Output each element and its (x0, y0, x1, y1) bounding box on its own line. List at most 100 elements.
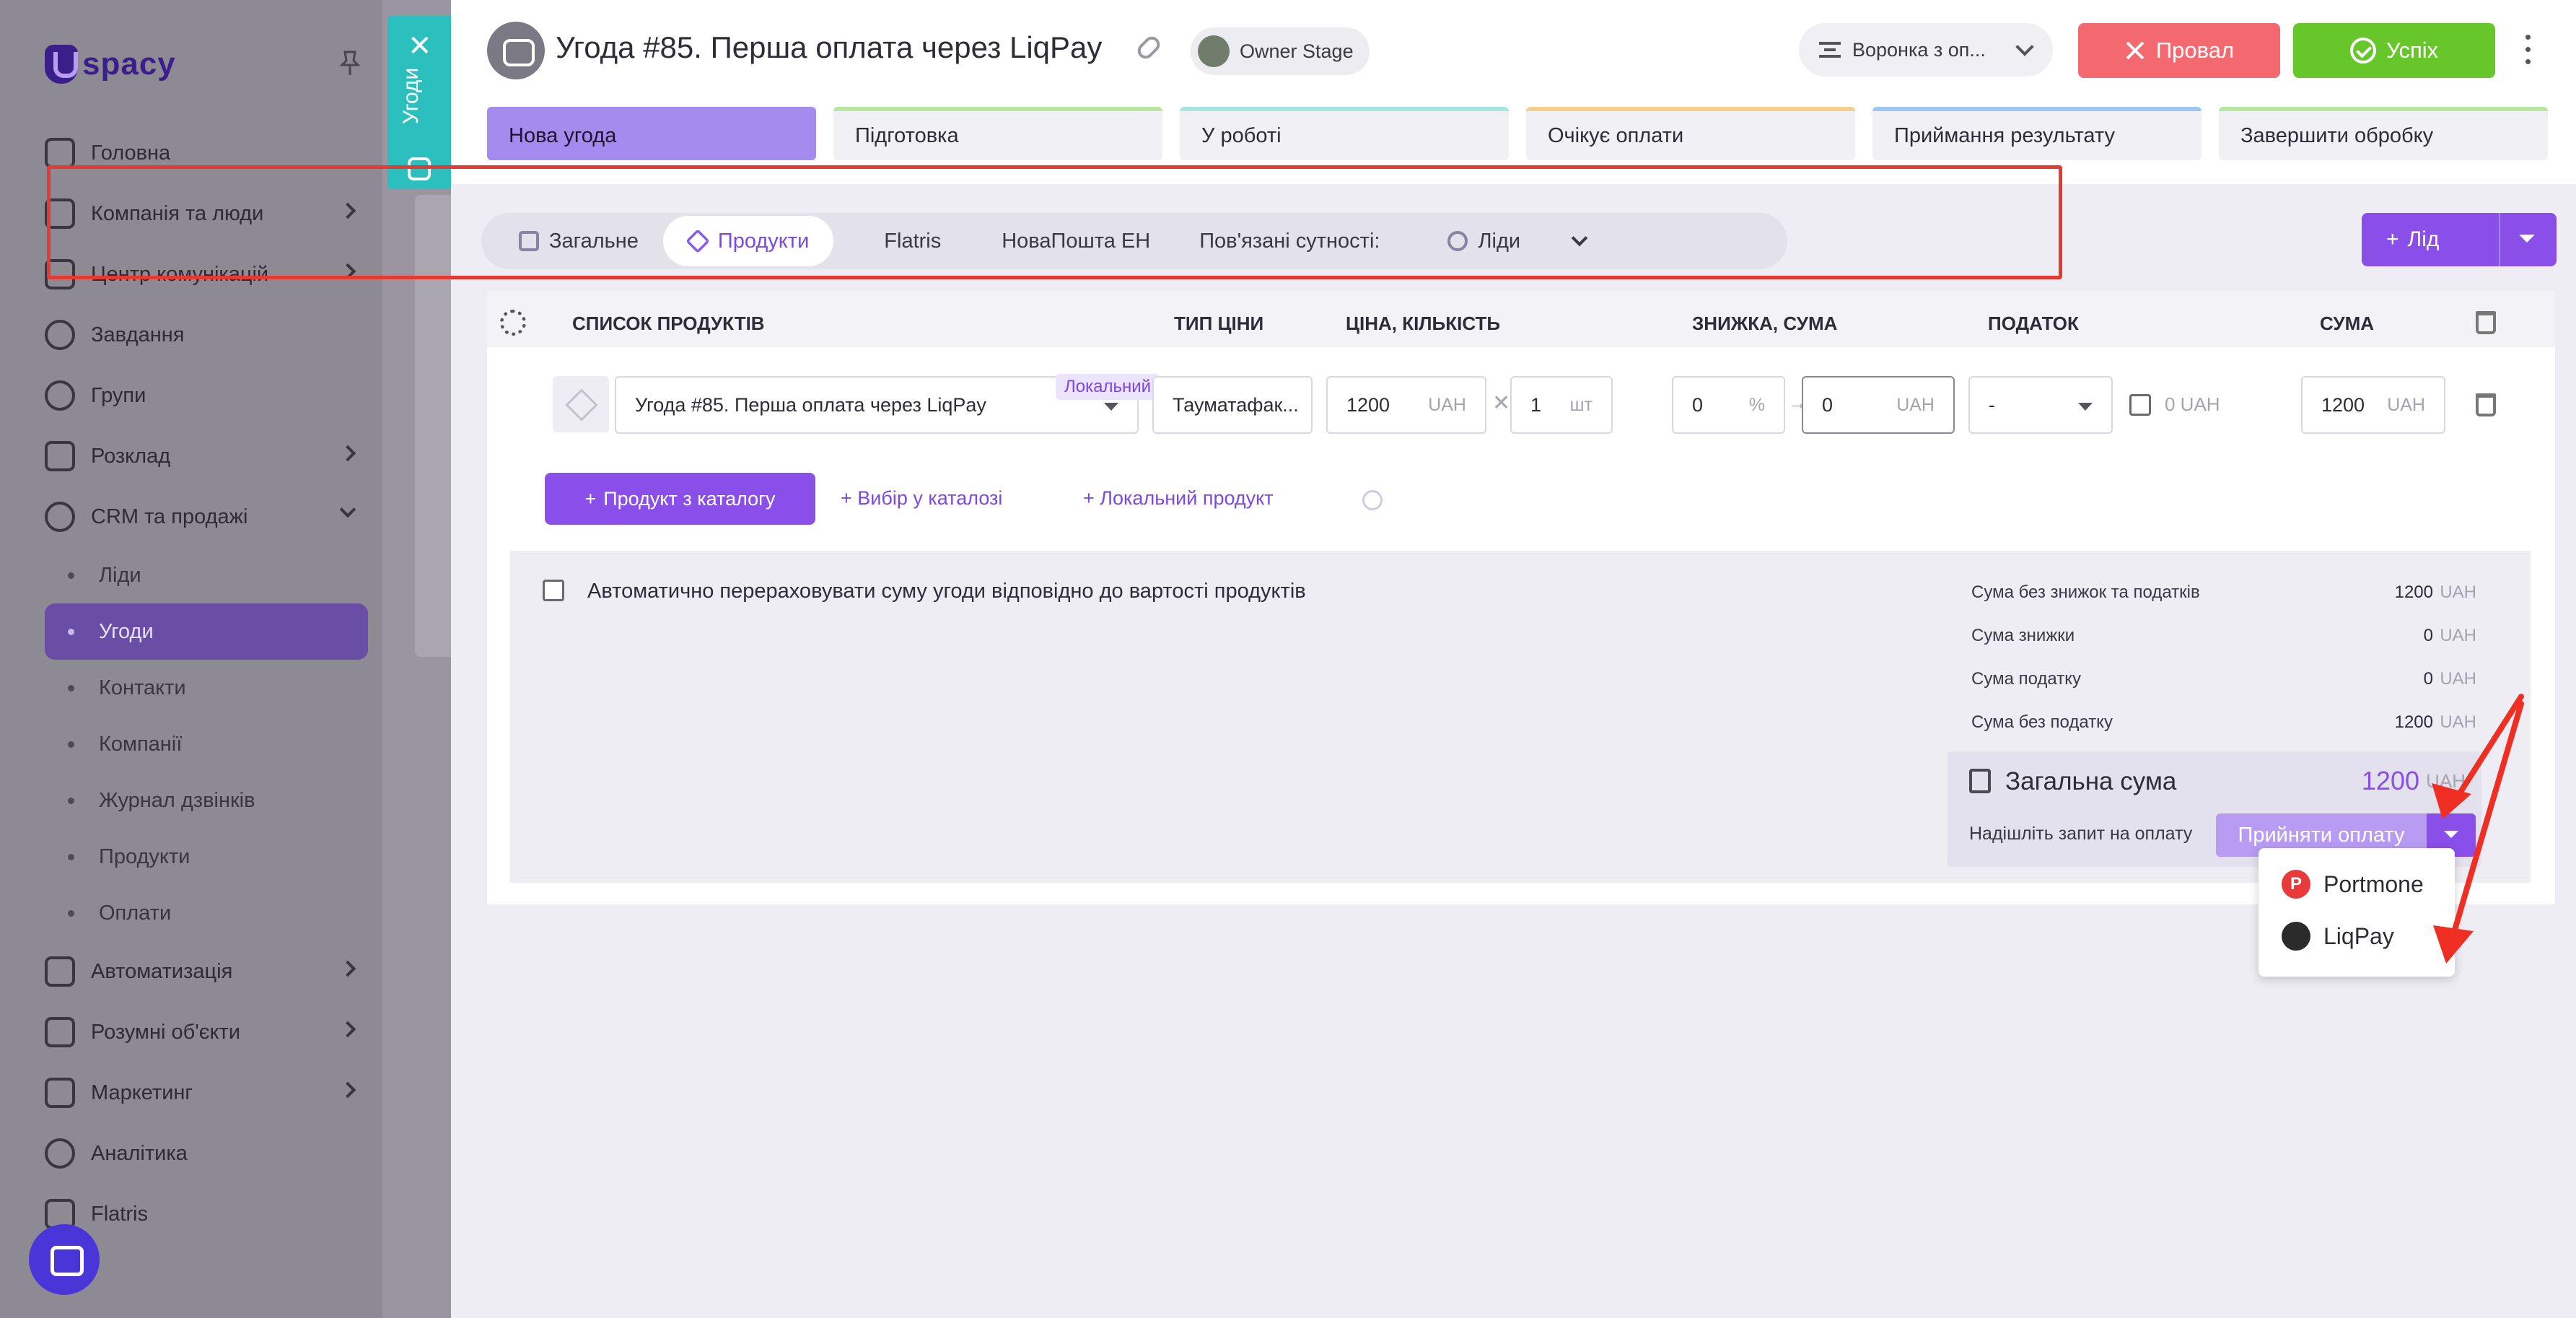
gear-icon[interactable] (500, 310, 526, 336)
sidebar-item-marketing[interactable]: Маркетинг (45, 1062, 369, 1123)
product-image-icon (553, 376, 609, 432)
sidebar-item-call-log[interactable]: Журнал дзвінків (45, 772, 369, 829)
sidebar-item-companies[interactable]: Компанії (45, 716, 369, 772)
sidebar-item-tasks[interactable]: Завдання (45, 305, 369, 365)
total-row: Сума без податку 1200 UAH (1971, 712, 2476, 732)
grand-total-unit: UAH (2426, 770, 2466, 792)
liqpay-icon (2282, 922, 2310, 951)
stage-in-progress[interactable]: У роботі (1180, 107, 1509, 160)
home-icon (45, 138, 75, 168)
sidebar-item-payments[interactable]: Оплати (45, 885, 369, 941)
chat-widget-icon[interactable] (29, 1224, 100, 1295)
sidebar-item-automation[interactable]: Автоматизація (45, 941, 369, 1002)
success-button[interactable]: Успіх (2293, 23, 2495, 78)
menu-item-portmone[interactable]: Portmone (2259, 858, 2455, 910)
total-row: Сума знижки 0 UAH (1971, 626, 2476, 645)
add-lead-button[interactable]: + Лід (2362, 213, 2557, 266)
sidebar-item-flatris[interactable]: Flatris (45, 1184, 369, 1244)
grand-total-value: 1200 (2361, 766, 2419, 795)
chart-icon (45, 1138, 75, 1169)
sidebar-item-crm[interactable]: CRM та продажі (45, 486, 369, 547)
trash-icon[interactable] (2476, 393, 2496, 416)
auto-recalc-label: Автоматично перераховувати суму угоди ві… (587, 580, 1306, 603)
caret-down-icon (1104, 403, 1118, 411)
owner-chip[interactable]: Owner Stage (1191, 27, 1370, 75)
info-icon[interactable] (1362, 490, 1383, 510)
tab-products[interactable]: Продукти (662, 216, 834, 266)
chat-icon (45, 259, 75, 289)
deals-side-tab[interactable]: ✕ Угоди (387, 16, 451, 189)
sidebar-item-company[interactable]: Компанія та люди (45, 183, 369, 244)
funnel-select[interactable]: Воронка з оп... (1799, 23, 2053, 77)
col-products: СПИСОК ПРОДУКТІВ (572, 313, 765, 334)
summary-panel: Автоматично перераховувати суму угоди ві… (510, 551, 2531, 883)
sidebar-item-schedule[interactable]: Розклад (45, 426, 369, 486)
chevron-right-icon (339, 1081, 356, 1099)
tax-included-checkbox[interactable] (2129, 394, 2151, 416)
sidebar: spacy Головна Компанія та люди Центр ком… (0, 0, 382, 1318)
tax-select[interactable]: - (1968, 376, 2113, 434)
chevron-right-icon (339, 1021, 356, 1038)
link-icon[interactable] (1134, 33, 1163, 62)
logo-text: spacy (82, 46, 176, 82)
sidebar-item-smart-objects[interactable]: Розумні об'єкти (45, 1002, 369, 1062)
chevron-right-icon (339, 960, 356, 977)
avatar (1198, 35, 1230, 67)
stage-acceptance[interactable]: Приймання результату (1872, 107, 2202, 160)
check-circle-icon (45, 320, 75, 350)
trash-icon[interactable] (2476, 311, 2496, 334)
lightning-icon (45, 956, 75, 987)
database-icon (45, 502, 75, 532)
building-icon (45, 198, 75, 229)
menu-item-liqpay[interactable]: LiqPay (2259, 910, 2455, 962)
megaphone-icon (45, 1078, 75, 1108)
fail-button[interactable]: Провал (2078, 23, 2280, 78)
chevron-right-icon (339, 445, 356, 462)
user-icon (1447, 231, 1468, 251)
sidebar-item-analytics[interactable]: Аналітика (45, 1123, 369, 1184)
chevron-right-icon (339, 202, 356, 219)
related-leads-select[interactable]: Ліди (1404, 216, 1610, 266)
pick-in-catalog-link[interactable]: + Вибір у каталозі (841, 487, 1002, 510)
local-product-link[interactable]: + Локальний продукт (1083, 487, 1274, 510)
totals-list: Сума без знижок та податків 1200 UAH Сума … (1971, 571, 2491, 744)
col-tax: ПОДАТОК (1988, 313, 2079, 334)
sidebar-item-communications[interactable]: Центр комунікацій (45, 244, 369, 305)
auto-recalc-checkbox[interactable] (543, 580, 564, 601)
tab-general[interactable]: Загальне (494, 216, 663, 266)
sidebar-item-contacts[interactable]: Контакти (45, 660, 369, 716)
sidebar-item-groups[interactable]: Групи (45, 365, 369, 426)
total-row: Сума податку 0 UAH (1971, 669, 2476, 689)
sidebar-item-home[interactable]: Головна (45, 123, 369, 183)
price-type-select[interactable]: Тауматафак... (1152, 376, 1313, 434)
sum-input[interactable]: 1200 UAH (2301, 376, 2445, 434)
discount-percent-input[interactable]: 0 % (1672, 376, 1785, 434)
stage-preparation[interactable]: Підготовка (833, 107, 1162, 160)
stage-awaiting-payment[interactable]: Очікує оплати (1526, 107, 1855, 160)
caret-down-icon[interactable] (2519, 235, 2535, 243)
tab-novaposhta[interactable]: НоваПошта ЕН (965, 216, 1175, 266)
price-input[interactable]: 1200 UAH (1326, 376, 1486, 434)
payment-request-label: Надішліть запит на оплату (1969, 824, 2193, 844)
caret-down-icon (2078, 403, 2093, 411)
multiply-icon: ✕ (1492, 391, 1511, 415)
box-icon (685, 229, 710, 253)
stage-new[interactable]: Нова угода (487, 107, 816, 160)
tab-flatris[interactable]: Flatris (833, 216, 965, 266)
deal-icon (408, 157, 431, 180)
sidebar-item-leads[interactable]: Ліди (45, 547, 369, 603)
sidebar-item-deals[interactable]: Угоди (45, 603, 368, 660)
document-icon (519, 231, 539, 251)
sidebar-item-products[interactable]: Продукти (45, 829, 369, 885)
pin-icon[interactable] (339, 51, 361, 77)
stage-finish[interactable]: Завершити обробку (2219, 107, 2548, 160)
quantity-input[interactable]: 1 шт (1510, 376, 1613, 434)
logo[interactable]: spacy (45, 45, 176, 84)
add-from-catalog-button[interactable]: + Продукт з каталогу (545, 473, 815, 525)
more-icon[interactable] (2525, 35, 2531, 66)
deal-header: Угода #85. Перша оплата через LiqPay Own… (451, 0, 2576, 184)
chevron-right-icon (339, 263, 356, 280)
related-entities-label: Пов'язані сутності: (1199, 229, 1380, 253)
discount-sum-input[interactable]: 0 UAH (1802, 376, 1955, 434)
close-icon[interactable]: ✕ (408, 32, 432, 61)
